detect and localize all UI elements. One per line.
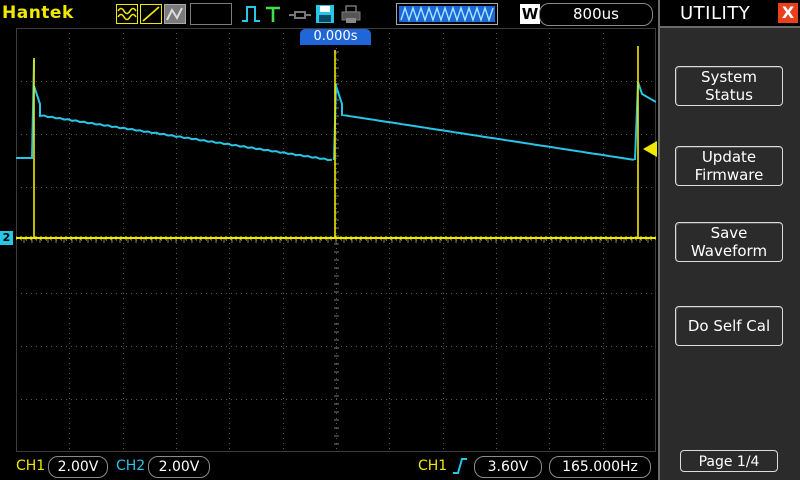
- run-pulse-icon[interactable]: [240, 4, 262, 24]
- ch2-label: CH2: [116, 458, 146, 474]
- button-line: Status: [705, 86, 753, 104]
- save-waveform-button[interactable]: Save Waveform: [675, 222, 783, 262]
- button-line: Firmware: [694, 166, 764, 184]
- rising-edge-icon: [453, 458, 467, 474]
- trigger-frequency: 165.000Hz: [549, 456, 651, 478]
- button-line: Update: [701, 148, 757, 166]
- page-indicator[interactable]: Page 1/4: [680, 450, 778, 472]
- acq-icon[interactable]: [164, 4, 186, 24]
- trigger-level[interactable]: 3.60V: [474, 456, 542, 478]
- ch1-label: CH1: [16, 458, 46, 474]
- empty-slot: [190, 3, 232, 25]
- timebase-display[interactable]: 800us: [539, 3, 653, 26]
- trigger-level-arrow-icon[interactable]: [643, 141, 657, 157]
- save-disk-icon[interactable]: [314, 4, 336, 24]
- update-firmware-button[interactable]: Update Firmware: [675, 146, 783, 186]
- ch1-scale[interactable]: 2.00V: [48, 456, 108, 478]
- ch2-waveform: [16, 59, 656, 162]
- brand-logo: Hantek: [2, 3, 74, 23]
- status-bar-top: Hantek W 800us: [0, 0, 658, 28]
- status-bar-bottom: CH1 2.00V CH2 2.00V CH1 3.60V 165.000Hz: [0, 452, 658, 480]
- ch2-scale[interactable]: 2.00V: [148, 456, 210, 478]
- self-cal-button[interactable]: Do Self Cal: [675, 306, 783, 346]
- trigger-time-marker[interactable]: 0.000s: [300, 29, 371, 45]
- ch2-ground-marker[interactable]: 2: [0, 231, 13, 245]
- menu-title-bar: UTILITY X: [660, 0, 800, 28]
- slope-icon[interactable]: [140, 4, 162, 24]
- trigger-source-label: CH1: [418, 458, 448, 474]
- button-line: Waveform: [690, 242, 768, 260]
- mode-wave-icon[interactable]: [116, 4, 138, 24]
- print-icon[interactable]: [340, 4, 362, 24]
- menu-title: UTILITY: [680, 3, 751, 24]
- button-line: System: [701, 68, 757, 86]
- button-line: Save: [710, 224, 748, 242]
- memory-position-bar[interactable]: [396, 3, 498, 25]
- close-button[interactable]: X: [778, 3, 798, 23]
- utility-menu: UTILITY X System Status Update Firmware …: [658, 0, 800, 480]
- trigger-t-icon[interactable]: [264, 4, 282, 24]
- acq-mode-badge: W: [520, 4, 540, 24]
- waveform-screen[interactable]: [16, 28, 656, 452]
- memory-wave-icon: [399, 5, 495, 23]
- button-line: Do Self Cal: [687, 317, 771, 335]
- system-status-button[interactable]: System Status: [675, 66, 783, 106]
- probe-icon[interactable]: [287, 4, 313, 24]
